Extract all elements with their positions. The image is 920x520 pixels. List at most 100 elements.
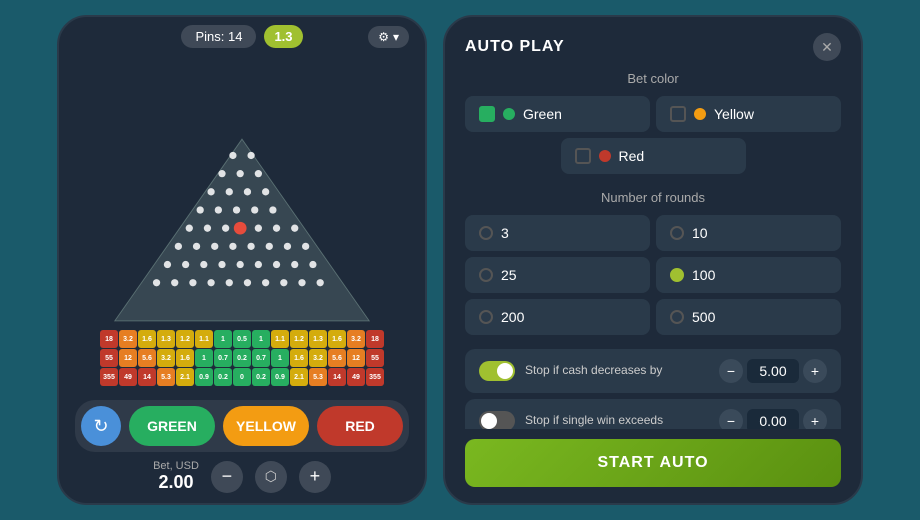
yellow-button[interactable]: YELLOW (223, 406, 309, 446)
round-label-500: 500 (692, 309, 715, 325)
modal-title: AUTO PLAY (465, 38, 565, 56)
cash-decrease-toggle[interactable] (479, 361, 515, 381)
red-button[interactable]: RED (317, 406, 403, 446)
score-cell: 0.2 (252, 368, 270, 386)
round-radio-200[interactable] (479, 310, 493, 324)
modal-header: AUTO PLAY ✕ (445, 17, 861, 71)
color-option-red[interactable]: Red (561, 138, 746, 174)
round-label-25: 25 (501, 267, 517, 283)
round-option-100[interactable]: 100 (656, 257, 841, 293)
pins-badge: Pins: 14 (181, 25, 256, 48)
score-cell: 1.6 (176, 349, 194, 367)
score-cell: 3.2 (347, 330, 365, 348)
score-cell: 14 (138, 368, 156, 386)
single-win-control: − 0.00 + (719, 409, 827, 429)
plinko-board (92, 130, 392, 330)
close-button[interactable]: ✕ (813, 33, 841, 61)
score-cell: 5.6 (328, 349, 346, 367)
stop-section: Stop if cash decreases by − 5.00 + Stop … (465, 349, 841, 429)
cash-decrease-plus[interactable]: + (803, 359, 827, 383)
cash-decrease-minus[interactable]: − (719, 359, 743, 383)
color-buttons-row: ↻ GREEN YELLOW RED (75, 400, 409, 452)
round-option-3[interactable]: 3 (465, 215, 650, 251)
score-cell: 5.6 (138, 349, 156, 367)
score-row-3: 355 49 14 5.3 2.1 0.9 0.2 0 0.2 0.9 2.1 … (69, 368, 415, 386)
score-cell: 1 (195, 349, 213, 367)
score-cell: 0 (233, 368, 251, 386)
round-radio-500[interactable] (670, 310, 684, 324)
yellow-label: Yellow (714, 106, 754, 122)
score-cell: 1 (252, 330, 270, 348)
bet-color-label: Bet color (465, 71, 841, 86)
yellow-checkbox[interactable] (670, 106, 686, 122)
score-cell: 18 (366, 330, 384, 348)
single-win-value: 0.00 (747, 409, 799, 429)
green-label: Green (523, 106, 562, 122)
settings-button[interactable]: ⚙ ▾ (368, 26, 409, 48)
red-checkbox[interactable] (575, 148, 591, 164)
stop-cash-decrease-row: Stop if cash decreases by − 5.00 + (465, 349, 841, 393)
green-button[interactable]: GREEN (129, 406, 215, 446)
single-win-toggle[interactable] (479, 411, 515, 429)
score-cell: 1.1 (195, 330, 213, 348)
round-radio-3[interactable] (479, 226, 493, 240)
score-cell: 5.3 (157, 368, 175, 386)
bet-color-row-2: Red (465, 138, 841, 174)
cash-decrease-control: − 5.00 + (719, 359, 827, 383)
score-cell: 1.3 (309, 330, 327, 348)
bet-decrease-button[interactable]: − (211, 461, 243, 493)
bet-info: Bet, USD 2.00 (153, 460, 199, 493)
score-cell: 55 (366, 349, 384, 367)
score-cell: 1 (271, 349, 289, 367)
round-radio-25[interactable] (479, 268, 493, 282)
color-option-green[interactable]: Green (465, 96, 650, 132)
score-cell: 355 (100, 368, 118, 386)
round-option-500[interactable]: 500 (656, 299, 841, 335)
screen-container: Pins: 14 1.3 ⚙ ▾ (0, 0, 920, 520)
score-cell: 1.2 (290, 330, 308, 348)
round-label-100: 100 (692, 267, 715, 283)
bottom-controls: ↻ GREEN YELLOW RED Bet, USD 2.00 − ⬡ + (59, 390, 425, 503)
score-cell: 0.9 (195, 368, 213, 386)
single-win-plus[interactable]: + (803, 409, 827, 429)
bet-color-grid: Green Yellow Red (465, 96, 841, 174)
left-phone: Pins: 14 1.3 ⚙ ▾ (57, 15, 427, 505)
score-cell: 0.2 (214, 368, 232, 386)
score-cell: 1.1 (271, 330, 289, 348)
score-cell: 0.7 (214, 349, 232, 367)
right-phone: AUTO PLAY ✕ Bet color Green Yellow (443, 15, 863, 505)
round-radio-100[interactable] (670, 268, 684, 282)
refresh-button[interactable]: ↻ (81, 406, 121, 446)
bet-increase-button[interactable]: + (299, 461, 331, 493)
score-cell: 49 (119, 368, 137, 386)
bet-value: 2.00 (153, 472, 199, 493)
modal-body: Bet color Green Yellow (445, 71, 861, 429)
score-cell: 14 (328, 368, 346, 386)
green-checkbox[interactable] (479, 106, 495, 122)
rounds-label: Number of rounds (465, 190, 841, 205)
cash-decrease-value: 5.00 (747, 359, 799, 383)
stack-icon: ⬡ (255, 461, 287, 493)
single-win-minus[interactable]: − (719, 409, 743, 429)
red-label: Red (619, 148, 645, 164)
start-auto-button[interactable]: START AUTO (465, 439, 841, 487)
bet-label: Bet, USD (153, 460, 199, 472)
gear-icon: ⚙ (378, 30, 389, 44)
rounds-grid: 3 10 25 100 (465, 215, 841, 335)
round-option-25[interactable]: 25 (465, 257, 650, 293)
score-cell: 0.5 (233, 330, 251, 348)
round-option-10[interactable]: 10 (656, 215, 841, 251)
round-option-200[interactable]: 200 (465, 299, 650, 335)
round-radio-10[interactable] (670, 226, 684, 240)
score-cell: 355 (366, 368, 384, 386)
green-dot (503, 108, 515, 120)
multiplier-badge: 1.3 (264, 25, 302, 48)
score-cell: 1.3 (157, 330, 175, 348)
score-cell: 0.9 (271, 368, 289, 386)
toggle-knob-2 (481, 413, 497, 429)
score-cell: 2.1 (176, 368, 194, 386)
score-cell: 1.6 (290, 349, 308, 367)
cash-decrease-text: Stop if cash decreases by (525, 363, 709, 379)
round-label-3: 3 (501, 225, 509, 241)
color-option-yellow[interactable]: Yellow (656, 96, 841, 132)
